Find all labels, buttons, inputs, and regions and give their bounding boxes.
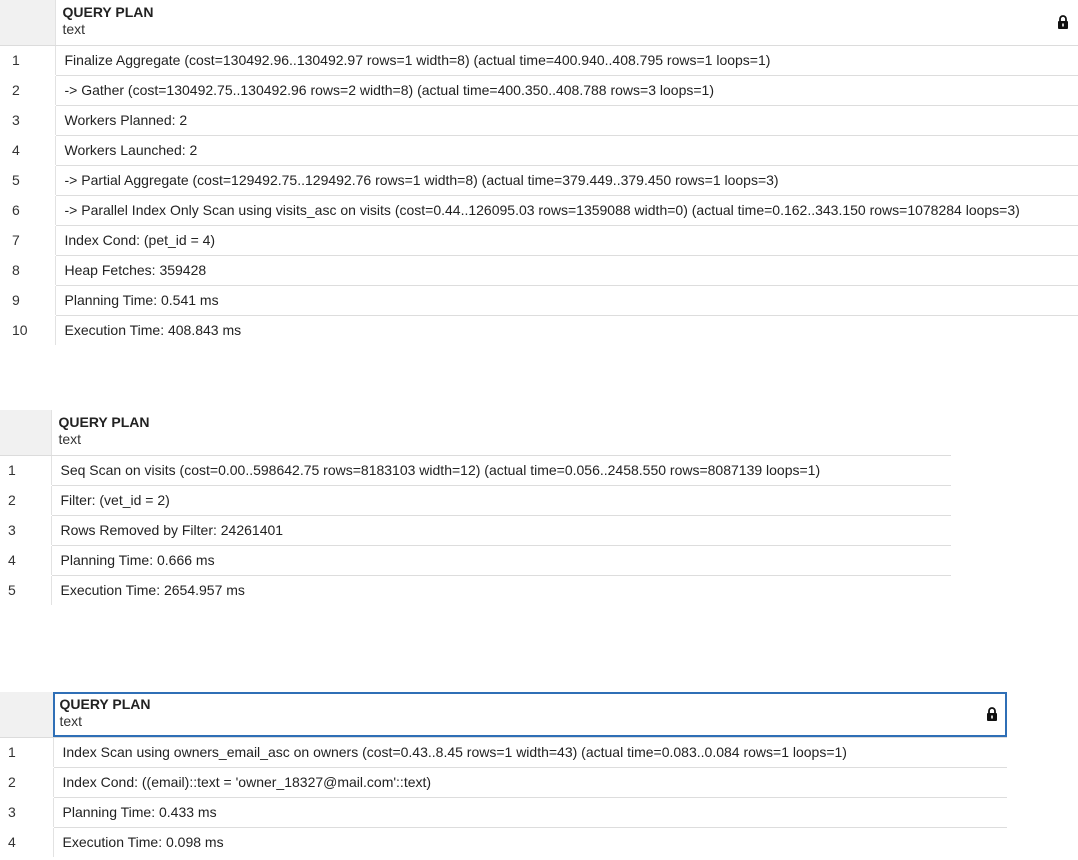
lock-icon bbox=[987, 707, 997, 721]
table-row[interactable]: 2 -> Gather (cost=130492.75..130492.96 ro… bbox=[0, 75, 1078, 106]
plan-cell[interactable]: Execution Time: 408.843 ms bbox=[55, 315, 1078, 345]
row-number-header bbox=[0, 0, 56, 46]
table-row[interactable]: 4 Workers Launched: 2 bbox=[0, 135, 1078, 166]
row-number: 2 bbox=[0, 767, 54, 798]
row-number: 4 bbox=[0, 135, 56, 166]
table-row[interactable]: 4 Execution Time: 0.098 ms bbox=[0, 827, 1007, 858]
plan-cell[interactable]: Planning Time: 0.666 ms bbox=[51, 545, 951, 576]
plan-cell[interactable]: Index Cond: ((email)::text = 'owner_1832… bbox=[53, 767, 1007, 798]
table-row[interactable]: 1 Seq Scan on visits (cost=0.00..598642.7… bbox=[0, 455, 951, 486]
column-title: QUERY PLAN bbox=[62, 4, 154, 20]
table-row[interactable]: 5 -> Partial Aggregate (cost=129492.75..1… bbox=[0, 165, 1078, 196]
table-row[interactable]: 3 Rows Removed by Filter: 24261401 bbox=[0, 515, 951, 546]
row-number: 10 bbox=[0, 315, 56, 346]
table-row[interactable]: 4 Planning Time: 0.666 ms bbox=[0, 545, 951, 576]
table-row[interactable]: 2 Filter: (vet_id = 2) bbox=[0, 485, 951, 516]
table-row[interactable]: 1 Index Scan using owners_email_asc on ow… bbox=[0, 737, 1007, 768]
plan-cell[interactable]: Heap Fetches: 359428 bbox=[55, 255, 1078, 286]
row-number: 7 bbox=[0, 225, 56, 256]
plan-cell[interactable]: Finalize Aggregate (cost=130492.96..1304… bbox=[55, 45, 1078, 76]
plan-cell[interactable]: Planning Time: 0.541 ms bbox=[55, 285, 1078, 316]
table-row[interactable]: 2 Index Cond: ((email)::text = 'owner_183… bbox=[0, 767, 1007, 798]
grid-header-row: QUERY PLAN text bbox=[0, 0, 1078, 46]
plan-cell[interactable]: -> Partial Aggregate (cost=129492.75..12… bbox=[55, 165, 1078, 196]
plan-cell[interactable]: Index Scan using owners_email_asc on own… bbox=[53, 737, 1007, 768]
table-row[interactable]: 5 Execution Time: 2654.957 ms bbox=[0, 575, 951, 606]
column-header-query-plan[interactable]: QUERY PLAN text bbox=[53, 692, 1007, 738]
plan-cell[interactable]: Execution Time: 0.098 ms bbox=[53, 827, 1007, 857]
plan-cell[interactable]: Filter: (vet_id = 2) bbox=[51, 485, 951, 516]
row-number: 3 bbox=[0, 105, 56, 136]
row-number: 1 bbox=[0, 455, 52, 486]
plan-cell[interactable]: Workers Planned: 2 bbox=[55, 105, 1078, 136]
plan-cell[interactable]: Workers Launched: 2 bbox=[55, 135, 1078, 166]
row-number: 8 bbox=[0, 255, 56, 286]
plan-cell[interactable]: Rows Removed by Filter: 24261401 bbox=[51, 515, 951, 546]
plan-cell[interactable]: -> Gather (cost=130492.75..130492.96 row… bbox=[55, 75, 1078, 106]
table-row[interactable]: 3 Workers Planned: 2 bbox=[0, 105, 1078, 136]
row-number: 4 bbox=[0, 545, 52, 576]
table-row[interactable]: 10 Execution Time: 408.843 ms bbox=[0, 315, 1078, 346]
row-number: 1 bbox=[0, 45, 56, 76]
plan-cell[interactable]: Execution Time: 2654.957 ms bbox=[51, 575, 951, 605]
row-number-header bbox=[0, 410, 52, 456]
column-title: QUERY PLAN bbox=[58, 414, 150, 430]
row-number: 3 bbox=[0, 797, 54, 828]
row-number: 4 bbox=[0, 827, 54, 858]
column-header-query-plan[interactable]: QUERY PLAN text bbox=[51, 410, 951, 456]
plan-cell[interactable]: Index Cond: (pet_id = 4) bbox=[55, 225, 1078, 256]
grid-header-row: QUERY PLAN text bbox=[0, 410, 951, 456]
row-number: 3 bbox=[0, 515, 52, 546]
table-row[interactable]: 1 Finalize Aggregate (cost=130492.96..130… bbox=[0, 45, 1078, 76]
plan-cell[interactable]: Seq Scan on visits (cost=0.00..598642.75… bbox=[51, 455, 951, 486]
row-number-header bbox=[0, 692, 54, 738]
grid-header-row: QUERY PLAN text bbox=[0, 692, 1007, 738]
table-row[interactable]: 7 Index Cond: (pet_id = 4) bbox=[0, 225, 1078, 256]
plan-cell[interactable]: -> Parallel Index Only Scan using visits… bbox=[55, 195, 1078, 226]
row-number: 2 bbox=[0, 75, 56, 106]
column-title: QUERY PLAN bbox=[59, 696, 151, 712]
row-number: 6 bbox=[0, 195, 56, 226]
result-grid-2: QUERY PLAN text 1 Seq Scan on visits (cos… bbox=[0, 410, 951, 606]
row-number: 9 bbox=[0, 285, 56, 316]
query-results-page: QUERY PLAN text 1 Finalize Aggregate (cos… bbox=[0, 0, 1078, 860]
table-row[interactable]: 8 Heap Fetches: 359428 bbox=[0, 255, 1078, 286]
plan-cell[interactable]: Planning Time: 0.433 ms bbox=[53, 797, 1007, 828]
column-type: text bbox=[62, 21, 86, 37]
row-number: 2 bbox=[0, 485, 52, 516]
result-grid-3: QUERY PLAN text 1 Index Scan using owners… bbox=[0, 692, 1007, 858]
column-header-query-plan[interactable]: QUERY PLAN text bbox=[55, 0, 1078, 46]
row-number: 5 bbox=[0, 575, 52, 606]
row-number: 5 bbox=[0, 165, 56, 196]
lock-icon bbox=[1058, 15, 1068, 29]
result-grid-1: QUERY PLAN text 1 Finalize Aggregate (cos… bbox=[0, 0, 1078, 346]
table-row[interactable]: 9 Planning Time: 0.541 ms bbox=[0, 285, 1078, 316]
column-type: text bbox=[58, 431, 82, 447]
table-row[interactable]: 6 -> Parallel Index Only Scan using visit… bbox=[0, 195, 1078, 226]
column-type: text bbox=[59, 713, 83, 729]
row-number: 1 bbox=[0, 737, 54, 768]
table-row[interactable]: 3 Planning Time: 0.433 ms bbox=[0, 797, 1007, 828]
